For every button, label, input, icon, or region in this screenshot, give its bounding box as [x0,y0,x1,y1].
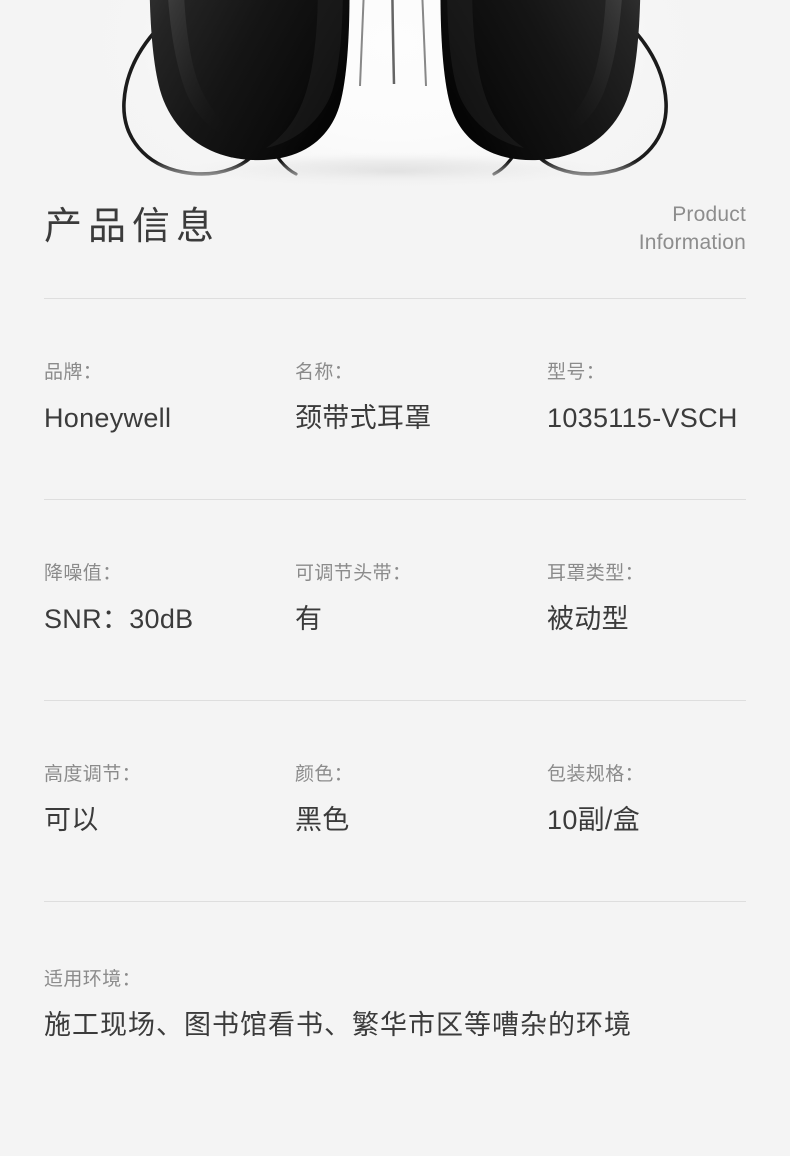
spec-cell-noise-reduction: 降噪值： SNR：30dB [44,562,294,636]
spec-value-environment: 施工现场、图书馆看书、繁华市区等嘈杂的环境 [44,1010,632,1040]
spec-label-noise-reduction: 降噪值： [44,563,122,584]
spec-cell-packaging: 包装规格： 10副/盒 [547,763,790,837]
product-info-page: 产品信息 Product Information 品牌： Honeywell 名… [0,0,790,1156]
spec-value-height-adjustment: 可以 [44,805,99,835]
spec-value-noise-reduction: SNR：30dB [44,604,194,634]
spec-label-packaging: 包装规格： [547,764,645,785]
spec-value-earmuff-type: 被动型 [547,604,629,634]
spec-cell-model: 型号： 1035115-VSCH [547,361,790,435]
product-info-content: 产品信息 Product Information 品牌： Honeywell 名… [0,195,790,1092]
spec-cell-adjustable-headband: 可调节头带： 有 [295,562,545,636]
spec-cell-color: 颜色： 黑色 [295,763,545,837]
spec-label-brand: 品牌： [44,362,103,383]
spec-label-model: 型号： [547,362,606,383]
spec-value-adjustable-headband: 有 [295,604,323,634]
spec-cell-environment: 适用环境： 施工现场、图书馆看书、繁华市区等嘈杂的环境 [44,968,746,1042]
product-photo-banner [0,0,790,195]
spec-label-adjustable-headband: 可调节头带： [295,563,412,584]
spec-label-earmuff-type: 耳罩类型： [547,563,645,584]
spec-cell-earmuff-type: 耳罩类型： 被动型 [547,562,790,636]
page-title-english-line1: Product [672,203,746,226]
spec-value-brand: Honeywell [44,403,172,433]
earmuff-product-illustration [122,0,668,192]
spec-label-height-adjustment: 高度调节： [44,764,142,785]
spec-value-packaging: 10副/盒 [547,805,641,835]
spec-row-environment: 适用环境： 施工现场、图书馆看书、繁华市区等嘈杂的环境 [44,902,746,1092]
page-title-english: Product Information [639,201,746,257]
spec-cell-brand: 品牌： Honeywell [44,361,294,435]
spec-cell-height-adjustment: 高度调节： 可以 [44,763,294,837]
spec-row-1: 品牌： Honeywell 名称： 颈带式耳罩 型号： 1035115-VSCH [44,299,746,499]
section-header: 产品信息 Product Information [44,195,746,298]
spec-row-3: 高度调节： 可以 颜色： 黑色 包装规格： 10副/盒 [44,701,746,901]
spec-label-color: 颜色： [295,764,354,785]
spec-value-name: 颈带式耳罩 [295,403,432,433]
spec-value-color: 黑色 [295,805,350,835]
spec-row-2: 降噪值： SNR：30dB 可调节头带： 有 耳罩类型： 被动型 [44,500,746,700]
page-title: 产品信息 [44,206,221,248]
spec-label-environment: 适用环境： [44,969,142,990]
spec-value-model: 1035115-VSCH [547,403,738,433]
spec-cell-name: 名称： 颈带式耳罩 [295,361,545,435]
page-title-english-line2: Information [638,231,746,254]
spec-label-name: 名称： [295,362,354,383]
